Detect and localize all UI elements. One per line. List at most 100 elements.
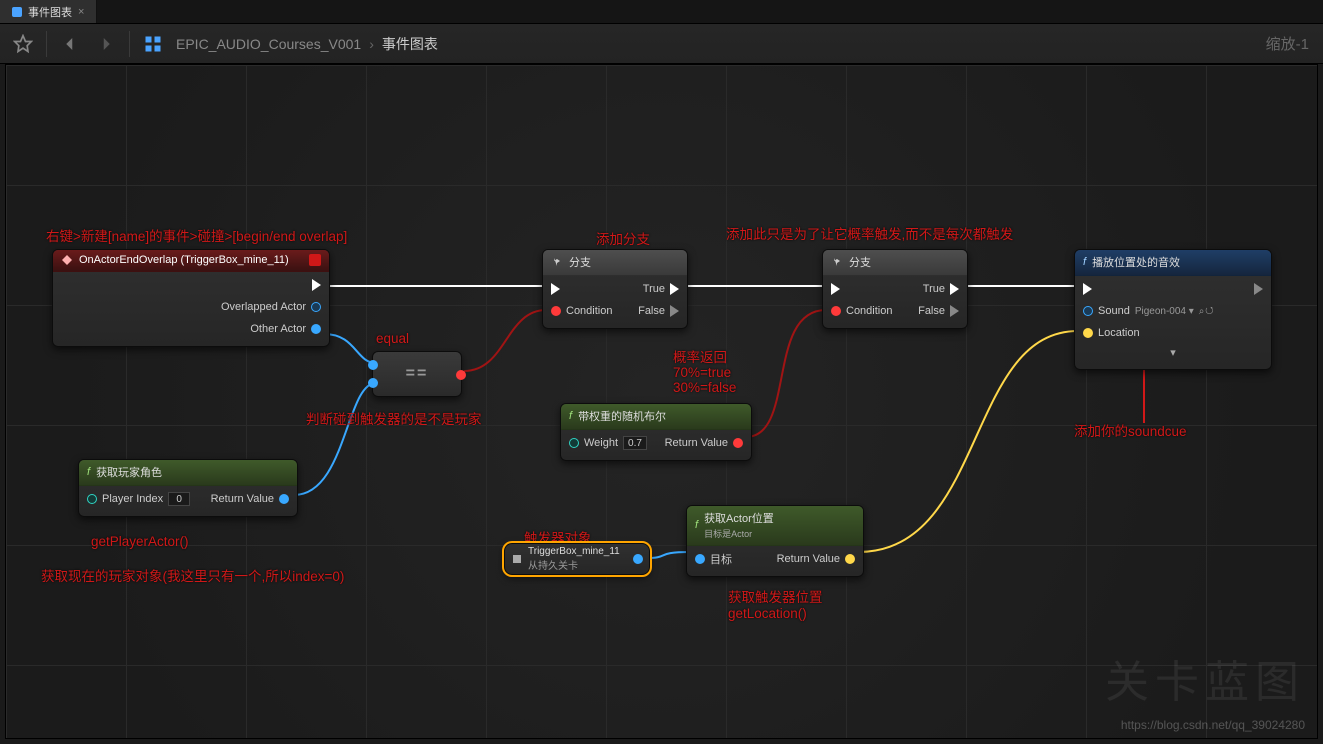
- node-equal[interactable]: ==: [372, 351, 462, 397]
- weight-input[interactable]: 0.7: [623, 436, 647, 450]
- pin-overlapped-actor[interactable]: [311, 302, 321, 312]
- node-branch-1[interactable]: 分支 True Condition False: [542, 249, 688, 329]
- index-input[interactable]: 0: [168, 492, 190, 506]
- node-title: OnActorEndOverlap (TriggerBox_mine_11): [79, 254, 289, 266]
- node-title: 带权重的随机布尔: [578, 408, 666, 424]
- function-icon: f: [1083, 256, 1086, 268]
- pin-label: Weight: [584, 437, 618, 449]
- pin-b[interactable]: [368, 378, 378, 388]
- pin-exec-in[interactable]: [551, 283, 560, 295]
- pin-exec-out[interactable]: [1254, 283, 1263, 295]
- pin-exec-out[interactable]: [312, 279, 321, 291]
- anno-add-cue: 添加你的soundcue: [1074, 420, 1187, 440]
- pin-return[interactable]: [733, 438, 743, 448]
- node-title: 分支: [569, 254, 591, 270]
- favorite-icon[interactable]: [10, 31, 36, 57]
- anno-add-branch: 添加分支: [596, 228, 650, 248]
- node-title: 获取Actor位置: [704, 513, 774, 525]
- pin-label: Other Actor: [250, 323, 306, 335]
- node-header: f 获取Actor位置 目标是Actor: [687, 506, 863, 546]
- pin-exec-false[interactable]: [670, 305, 679, 317]
- pin-label: False: [638, 305, 665, 317]
- node-header: OnActorEndOverlap (TriggerBox_mine_11): [53, 250, 329, 272]
- pin-return[interactable]: [845, 554, 855, 564]
- pin-label: Condition: [566, 305, 612, 317]
- op-label: ==: [406, 365, 429, 383]
- pin-location[interactable]: [1083, 328, 1093, 338]
- expand-icon[interactable]: ▾: [1075, 344, 1271, 363]
- node-subtitle: 目标是Actor: [704, 527, 774, 540]
- node-random-bool[interactable]: f 带权重的随机布尔 Weight 0.7 Return Value: [560, 403, 752, 461]
- node-get-player-character[interactable]: f 获取玩家角色 Player Index0 Return Value: [78, 459, 298, 517]
- function-icon: f: [87, 466, 90, 478]
- anno-prob-return: 概率返回 70%=true 30%=false: [673, 350, 736, 395]
- chevron-right-icon: ›: [369, 36, 374, 52]
- watermark-text: 关卡蓝图: [1105, 646, 1305, 710]
- graph-icon: [12, 7, 22, 17]
- pin-weight[interactable]: [569, 438, 579, 448]
- pin-label: Sound: [1098, 305, 1130, 317]
- anno-getplayer-desc: 获取现在的玩家对象(我这里只有一个,所以index=0): [41, 565, 344, 585]
- anno-getplayer-fn: getPlayerActor(): [91, 534, 189, 549]
- function-icon: f: [695, 519, 698, 531]
- event-flag-icon: [309, 254, 321, 266]
- pin-label: Location: [1098, 327, 1140, 339]
- node-var-triggerbox[interactable]: TriggerBox_mine_11 从持久关卡: [504, 543, 650, 575]
- node-on-actor-end-overlap[interactable]: OnActorEndOverlap (TriggerBox_mine_11) O…: [52, 249, 330, 347]
- nav-back-icon[interactable]: [57, 31, 83, 57]
- pin-label: Return Value: [211, 493, 274, 505]
- pin-other-actor[interactable]: [311, 324, 321, 334]
- pin-exec-in[interactable]: [1083, 283, 1092, 295]
- actor-icon: [511, 553, 523, 565]
- node-branch-2[interactable]: 分支 True Condition False: [822, 249, 968, 329]
- anno-create-event: 右键>新建[name]的事件>碰撞>[begin/end overlap]: [46, 225, 347, 245]
- pin-a[interactable]: [368, 360, 378, 370]
- pin-exec-true[interactable]: [670, 283, 679, 295]
- node-header: 分支: [823, 250, 967, 276]
- pin-label: Player Index: [102, 493, 163, 505]
- branch-icon: [551, 256, 563, 268]
- pin-condition[interactable]: [831, 306, 841, 316]
- pin-player-index[interactable]: [87, 494, 97, 504]
- node-header: f 带权重的随机布尔: [561, 404, 751, 430]
- pin-label: False: [918, 305, 945, 317]
- blueprint-icon[interactable]: [140, 31, 166, 57]
- pin-label: Overlapped Actor: [221, 301, 306, 313]
- pin-return[interactable]: [279, 494, 289, 504]
- breadcrumb-root[interactable]: EPIC_AUDIO_Courses_V001: [176, 36, 361, 52]
- pin-sound[interactable]: [1083, 306, 1093, 316]
- tab-event-graph[interactable]: 事件图表 ×: [0, 0, 97, 23]
- watermark-url: https://blog.csdn.net/qq_39024280: [1121, 718, 1305, 732]
- asset-picker-icon[interactable]: ⌕ ↺: [1199, 306, 1213, 317]
- event-icon: [61, 254, 73, 266]
- pin-label: 目标: [710, 551, 732, 567]
- anno-get-loc: 获取触发器位置 getLocation(): [728, 590, 823, 622]
- pin-result[interactable]: [456, 370, 466, 380]
- pin-exec-false[interactable]: [950, 305, 959, 317]
- separator: [46, 31, 47, 57]
- zoom-indicator: 缩放-1: [1266, 33, 1309, 54]
- graph-canvas[interactable]: 右键>新建[name]的事件>碰撞>[begin/end overlap] 添加…: [5, 64, 1318, 739]
- pin-condition[interactable]: [551, 306, 561, 316]
- var-sub: 从持久关卡: [528, 561, 578, 572]
- sound-asset-dropdown[interactable]: Pigeon-004 ▾: [1135, 306, 1194, 317]
- pin-var-out[interactable]: [633, 554, 643, 564]
- breadcrumb-current[interactable]: 事件图表: [382, 34, 438, 54]
- function-icon: f: [569, 410, 572, 422]
- close-icon[interactable]: ×: [78, 6, 84, 18]
- tab-label: 事件图表: [28, 4, 72, 20]
- node-header: 分支: [543, 250, 687, 276]
- anno-equal: equal: [376, 331, 409, 346]
- tab-bar: 事件图表 ×: [0, 0, 1323, 24]
- node-header: f 播放位置处的音效: [1075, 250, 1271, 276]
- pin-label: Return Value: [665, 437, 728, 449]
- pin-exec-in[interactable]: [831, 283, 840, 295]
- pin-target[interactable]: [695, 554, 705, 564]
- separator: [129, 31, 130, 57]
- nav-forward-icon[interactable]: [93, 31, 119, 57]
- node-play-sound[interactable]: f 播放位置处的音效 Sound Pigeon-004 ▾ ⌕ ↺ Locati…: [1074, 249, 1272, 370]
- pin-label: True: [643, 283, 665, 295]
- node-get-actor-location[interactable]: f 获取Actor位置 目标是Actor 目标 Return Value: [686, 505, 864, 577]
- breadcrumb: EPIC_AUDIO_Courses_V001 › 事件图表: [176, 34, 438, 54]
- pin-exec-true[interactable]: [950, 283, 959, 295]
